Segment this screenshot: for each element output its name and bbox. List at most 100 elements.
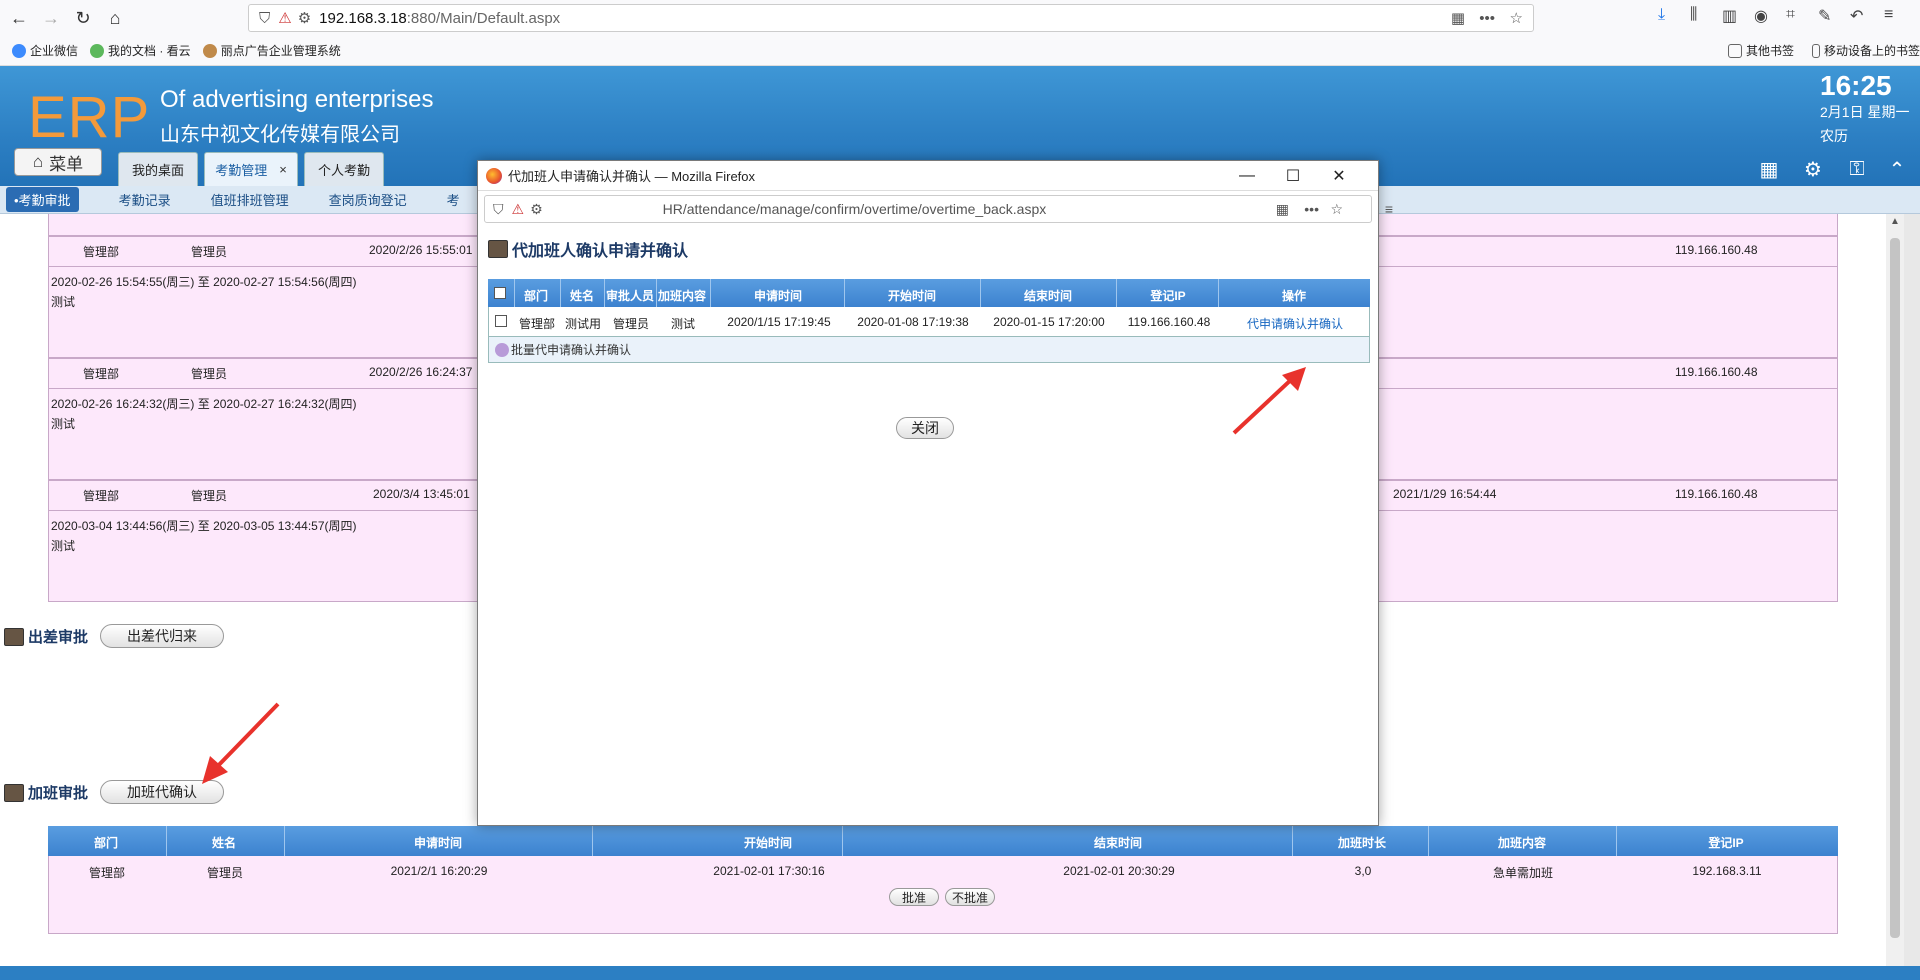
popup-url: HR/attendance/manage/confirm/overtime/ov… [662,201,1047,217]
record-dept: 管理部 [83,489,120,503]
popup-window-title: 代加班人申请确认并确认 — Mozilla Firefox [508,169,756,184]
tab-personal-attendance[interactable]: 个人考勤 [304,152,384,186]
row-checkbox[interactable] [495,315,507,327]
record-ip: 119.166.160.48 [1675,365,1758,379]
record-time: 2020/2/26 16:24:37 [369,365,473,379]
minimize-icon[interactable]: — [1224,161,1270,191]
record-range: 2020-02-26 16:24:32(周三) 至 2020-02-27 16:… [51,397,357,411]
maximize-icon[interactable]: ☐ [1270,161,1316,191]
bookmark-folder-mobile[interactable]: 移动设备上的书签 [1812,42,1920,59]
red-arrow-annotation [202,702,280,784]
qr-icon[interactable]: ▦ [1276,201,1289,218]
close-window-icon[interactable]: ✕ [1316,161,1362,191]
bottom-bar [0,966,1920,980]
erp-logo: ERP [28,85,151,150]
popup-url-bar[interactable]: ⛉ ⚠ ⚙ HR/attendance/manage/confirm/overt… [484,195,1393,223]
chat-icon[interactable]: ✎ [1818,6,1831,26]
record-name: 管理员 [191,367,228,381]
record-ip: 119.166.160.48 [1675,243,1758,257]
insecure-icon: ⚠ [278,10,292,27]
record-note: 测试 [51,295,76,309]
more-icon[interactable]: ••• [1304,201,1319,217]
sidebar-icon[interactable]: ▥ [1722,6,1737,26]
popup-heading: 代加班人确认申请并确认 [488,237,688,261]
reload-icon[interactable]: ↻ [70,5,96,31]
record-ip: 119.166.160.48 [1675,487,1758,501]
download-icon[interactable]: ⤓ [1658,6,1665,24]
shield-icon: ⛉ [493,200,504,217]
permissions-icon: ⚙ [530,200,543,217]
close-icon[interactable]: × [279,162,287,177]
side-strip [1904,214,1920,966]
subnav-duty-schedule[interactable]: 值班排班管理 [211,190,289,209]
page-scrollbar[interactable]: ▲ [1886,214,1904,966]
approval-icon [488,240,508,258]
grid-icon[interactable]: ▦ [1758,158,1780,181]
approve-button[interactable]: 批准 [889,888,939,906]
bookmarks-bar: 企业微信 我的文档 · 看云 丽点广告企业管理系统 其他书签 移动设备上的书签 [0,36,1920,66]
scroll-thumb[interactable] [1890,238,1900,938]
clock: 16:25 [1820,70,1892,101]
bookmark-item[interactable]: 企业微信 [12,42,78,59]
app-menu-icon[interactable]: ≡ [1884,6,1893,24]
subnav-attendance-records[interactable]: 考勤记录 [119,190,171,209]
key-icon[interactable]: ⚿ [1846,158,1868,180]
bookmark-item[interactable]: 我的文档 · 看云 [90,42,191,59]
gear-icon[interactable]: ⚙ [1802,158,1824,181]
record-time-2: 2021/1/29 16:54:44 [1393,487,1497,501]
table-row: 管理部 管理员 2021/2/1 16:20:29 2021-02-01 17:… [48,856,1838,934]
trip-return-button[interactable]: 出差代归来 [100,624,224,648]
record-name: 管理员 [191,245,228,259]
batch-icon [495,342,509,357]
record-time: 2020/2/26 15:55:01 [369,243,473,257]
record-note: 测试 [51,417,76,431]
date: 2月1日 星期一 [1820,104,1910,120]
table-row: 管理部 测试用 管理员 测试 2020/1/15 17:19:45 2020-0… [488,307,1370,337]
url-bar[interactable]: ⛉ ⚠ ⚙ 192.168.3.18:880/Main/Default.aspx… [248,4,1534,32]
qr-icon[interactable]: ▦ [1451,9,1465,27]
back-icon[interactable]: ← [6,5,32,31]
library-icon[interactable]: ⫼ [1690,6,1697,24]
reject-button[interactable]: 不批准 [945,888,995,906]
record-time: 2020/3/4 13:45:01 [373,487,470,501]
bookmark-star-icon[interactable]: ☆ [1510,9,1523,27]
menu-icon[interactable]: ≡ [1385,201,1393,217]
tab-attendance-management[interactable]: 考勤管理 × [204,152,298,186]
bookmark-item[interactable]: 丽点广告企业管理系统 [202,42,341,59]
select-all-checkbox[interactable] [494,287,506,299]
tab-desktop[interactable]: 我的桌面 [118,152,198,186]
record-name: 管理员 [191,489,228,503]
scroll-up-icon[interactable]: ▲ [1890,216,1900,227]
undo-icon[interactable]: ↶ [1850,6,1863,26]
batch-confirm-link[interactable]: 批量代申请确认并确认 [511,341,631,358]
company-title-cn: 山东中视文化传媒有限公司 [160,124,400,146]
close-button[interactable]: 关闭 [896,417,954,439]
browser-toolbar: ← → ↻ ⌂ ⛉ ⚠ ⚙ 192.168.3.18:880/Main/Defa… [0,0,1920,36]
bookmark-star-icon[interactable]: ☆ [1330,201,1343,218]
home-icon: ⌂ [32,152,44,171]
screenshot-icon[interactable]: ⌗ [1786,6,1795,24]
batch-confirm-row: 批量代申请确认并确认 [488,337,1370,363]
red-arrow-annotation [1232,367,1306,435]
bookmark-folder-other[interactable]: 其他书签 [1728,42,1794,59]
collapse-icon[interactable]: ⌃ [1886,158,1908,181]
more-icon[interactable]: ••• [1479,10,1495,27]
account-icon[interactable]: ◉ [1754,6,1768,26]
subnav-more[interactable]: 考 [447,190,460,209]
wechat-work-icon [12,43,26,58]
record-dept: 管理部 [83,367,120,381]
overtime-table-header: 部门 姓名 申请时间 开始时间 结束时间 加班时长 加班内容 登记IP [48,826,1838,856]
approval-icon [4,627,24,646]
menu-button[interactable]: ⌂ 菜单 [14,148,102,176]
subnav-attendance-approval[interactable]: •考勤审批 [6,187,79,212]
trip-approval-title: 出差审批 [4,626,88,647]
insecure-icon: ⚠ [511,200,525,217]
record-note: 测试 [51,539,76,553]
shield-icon: ⛉ [259,9,271,27]
overtime-approval-title: 加班审批 [4,782,88,803]
forward-icon[interactable]: → [38,5,64,31]
confirm-on-behalf-link[interactable]: 代申请确认并确认 [1247,315,1343,332]
home-icon[interactable]: ⌂ [102,5,128,31]
cloud-icon [90,43,105,58]
subnav-inspection-register[interactable]: 查岗质询登记 [329,190,407,209]
